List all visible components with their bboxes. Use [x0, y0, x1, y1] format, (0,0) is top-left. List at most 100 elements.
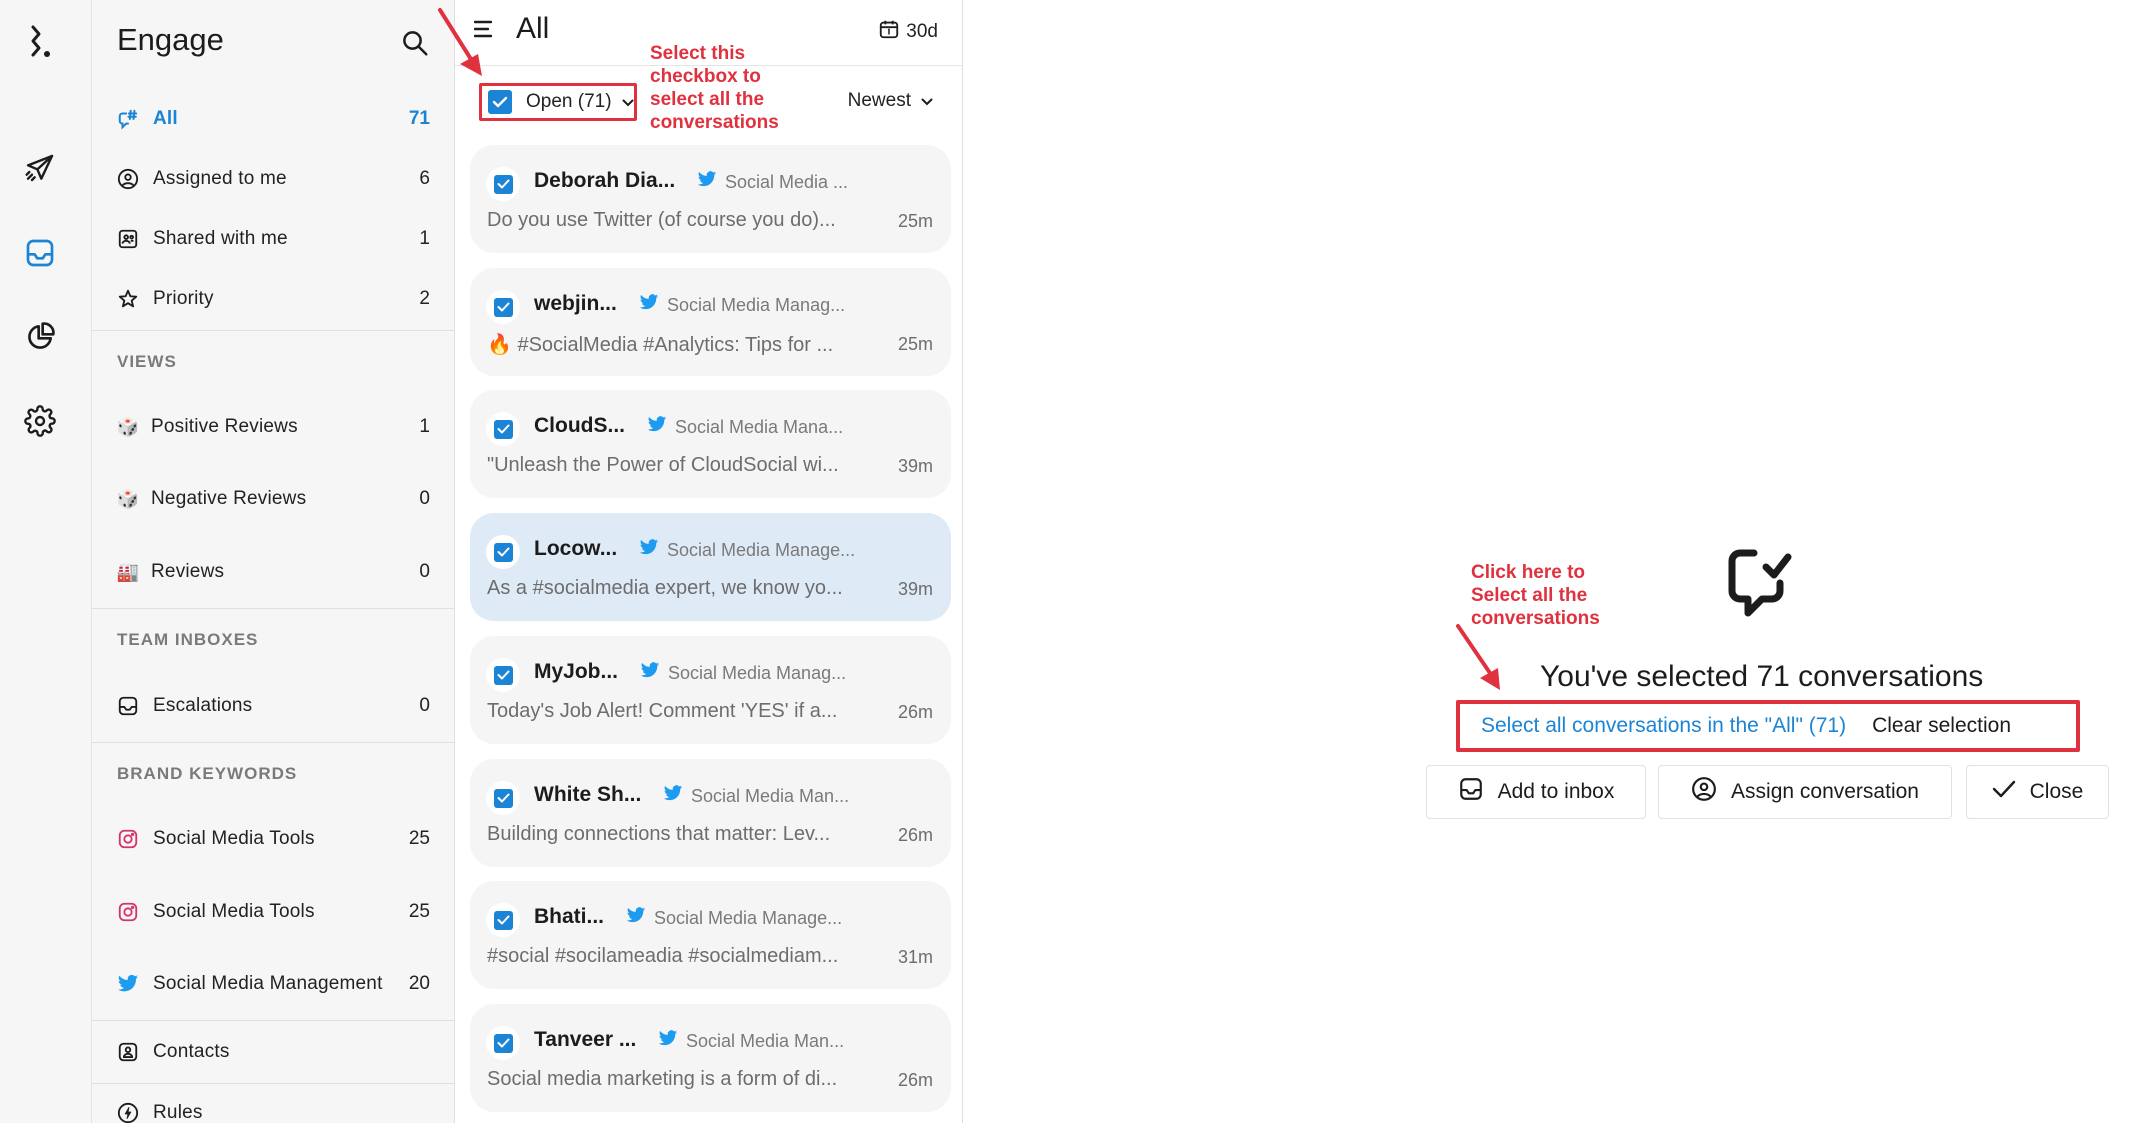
sidebar-item-label: Shared with me — [153, 228, 288, 249]
list-title: All — [516, 12, 550, 45]
star-icon — [117, 288, 139, 310]
conversation-card[interactable]: White Sh... Social Media Man... Building c… — [470, 759, 951, 867]
annotation-line: select all the — [650, 89, 765, 110]
twitter-icon — [640, 662, 660, 684]
status-filter-select[interactable]: Open (71) — [479, 83, 637, 121]
factory-emoji-icon: 🏭 — [116, 561, 140, 582]
timestamp: 26m — [897, 825, 933, 845]
sidebar-item-brand-keyword[interactable]: Social Media Management 20 — [92, 964, 455, 1004]
selection-actions: Select all conversations in the "All" (7… — [1460, 702, 2080, 750]
logo-icon[interactable] — [22, 24, 58, 60]
conversation-checkbox[interactable] — [486, 1026, 520, 1060]
annotation-line: Select all the — [1471, 585, 1588, 606]
checkbox-checked-icon — [493, 665, 513, 685]
chevron-down-icon — [622, 94, 634, 110]
assign-conversation-button[interactable]: Assign conversation — [1658, 765, 1952, 819]
clear-selection-link[interactable]: Clear selection — [1872, 714, 2011, 738]
sidebar-item-rules[interactable]: Rules — [92, 1093, 455, 1133]
sidebar-item-label: All — [153, 108, 178, 129]
timestamp: 39m — [897, 579, 933, 599]
sidebar-item-count: 25 — [408, 828, 430, 849]
conversation-source: Social Media Manag... — [640, 662, 846, 684]
sidebar-item-count: 6 — [419, 168, 430, 189]
conversation-checkbox[interactable] — [486, 167, 520, 201]
sidebar-item-negative-reviews[interactable]: 🎲 Negative Reviews 0 — [92, 479, 455, 519]
sort-select[interactable]: Newest — [848, 90, 933, 112]
sidebar-item-label: Contacts — [153, 1041, 230, 1062]
source-label: Social Media Manag... — [667, 294, 846, 315]
sidebar-item-shared[interactable]: Shared with me 1 — [92, 219, 455, 259]
search-icon[interactable] — [400, 28, 430, 58]
conversation-checkbox[interactable] — [486, 658, 520, 692]
brand-keywords-heading: BRAND KEYWORDS — [117, 764, 298, 783]
sidebar-item-contacts[interactable]: Contacts — [92, 1032, 455, 1072]
sidebar-item-count: 0 — [419, 488, 430, 509]
chevron-down-icon — [921, 90, 933, 112]
date-range-button[interactable]: 30d — [878, 18, 938, 46]
sidebar-item-count: 2 — [419, 288, 430, 309]
conversation-list: All 30d Open (71) Newest Deborah Dia... S… — [455, 0, 963, 1123]
conversation-card[interactable]: Locow... Social Media Manage... As a #soci… — [470, 513, 951, 621]
status-filter-label: Open (71) — [526, 91, 612, 112]
inbox-icon — [1458, 776, 1484, 808]
message-preview: Building connections that matter: Lev... — [487, 823, 831, 845]
sidebar-item-label: Priority — [153, 288, 214, 309]
select-all-checkbox[interactable] — [488, 90, 512, 114]
add-to-inbox-button[interactable]: Add to inbox — [1426, 765, 1646, 819]
close-button[interactable]: Close — [1966, 765, 2109, 819]
conversation-card[interactable]: MyJob... Social Media Manag... Today's Job… — [470, 636, 951, 744]
checkbox-checked-icon — [493, 788, 513, 808]
sidebar-item-brand-keyword[interactable]: Social Media Tools 25 — [92, 892, 455, 932]
conversation-card[interactable]: Bhati... Social Media Manage... #social #s… — [470, 881, 951, 989]
twitter-icon — [658, 1030, 678, 1052]
sidebar-item-priority[interactable]: Priority 2 — [92, 279, 455, 319]
gear-icon[interactable] — [22, 403, 58, 439]
conversation-checkbox[interactable] — [486, 535, 520, 569]
views-heading: VIEWS — [117, 352, 177, 371]
sidebar-item-label: Positive Reviews — [151, 416, 298, 437]
source-label: Social Media Manag... — [668, 662, 847, 683]
sidebar-item-count: 1 — [419, 416, 430, 437]
sidebar-item-escalations[interactable]: Escalations 0 — [92, 686, 455, 726]
conversation-card[interactable]: Tanveer ... Social Media Man... Social med… — [470, 1004, 951, 1112]
annotation-arrow — [438, 8, 482, 76]
conversation-card[interactable]: webjin... Social Media Manag... 🔥 #SocialM… — [470, 268, 951, 376]
timestamp: 25m — [897, 211, 933, 231]
sidebar-item-label: Reviews — [151, 561, 225, 582]
annotation-line: checkbox to — [650, 66, 761, 87]
source-label: Social Media Man... — [686, 1030, 845, 1051]
inbox-icon[interactable] — [22, 235, 58, 271]
sidebar-item-count: 1 — [419, 228, 430, 249]
message-preview: Do you use Twitter (of course you do)... — [487, 209, 836, 231]
contact-card-icon — [117, 1041, 139, 1063]
conversation-checkbox[interactable] — [486, 290, 520, 324]
sidebar-item-reviews[interactable]: 🏭 Reviews 0 — [92, 552, 455, 592]
sidebar-item-all[interactable]: All 71 — [92, 99, 455, 139]
message-preview: 🔥 #SocialMedia #Analytics: Tips for ... — [487, 334, 834, 356]
sidebar-item-assigned[interactable]: Assigned to me 6 — [92, 159, 455, 199]
selection-title: You've selected 71 conversations — [1540, 660, 1984, 693]
twitter-icon — [639, 539, 659, 561]
timestamp: 25m — [897, 334, 933, 354]
contact-name: webjin... — [534, 292, 617, 315]
conversation-checkbox[interactable] — [486, 903, 520, 937]
select-all-annotation: Click here to Select all the conversatio… — [1471, 561, 1600, 630]
sidebar-item-count: 0 — [419, 695, 430, 716]
sidebar-item-count: 71 — [408, 108, 430, 129]
conversation-checkbox[interactable] — [486, 781, 520, 815]
pie-chart-icon[interactable] — [22, 319, 58, 355]
contact-name: Deborah Dia... — [534, 169, 676, 192]
paper-plane-icon[interactable] — [22, 150, 58, 186]
sidebar-item-label: Social Media Management — [153, 973, 383, 994]
annotation-line: conversations — [650, 112, 779, 133]
sidebar-item-brand-keyword[interactable]: Social Media Tools 25 — [92, 819, 455, 859]
twitter-icon — [697, 171, 717, 193]
sidebar-item-positive-reviews[interactable]: 🎲 Positive Reviews 1 — [92, 407, 455, 447]
select-all-link[interactable]: Select all conversations in the "All" (7… — [1481, 714, 1846, 738]
conversation-checkbox[interactable] — [486, 412, 520, 446]
sidebar-item-label: Negative Reviews — [151, 488, 307, 509]
twitter-icon — [117, 973, 139, 995]
conversation-card[interactable]: CloudS... Social Media Mana... "Unleash th… — [470, 390, 951, 498]
source-label: Social Media Manage... — [654, 907, 843, 928]
conversation-card[interactable]: Deborah Dia... Social Media ... Do you use… — [470, 145, 951, 253]
